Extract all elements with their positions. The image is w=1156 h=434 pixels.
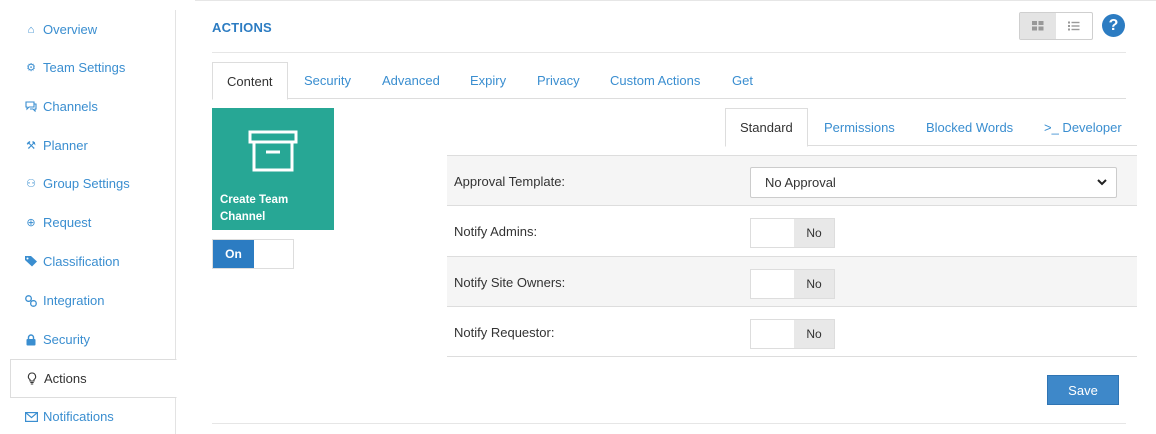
grid-view-button[interactable] [1020, 13, 1056, 39]
approval-template-value: No Approval [765, 175, 836, 190]
action-tile-create-team-channel[interactable]: Create Team Channel [212, 108, 334, 230]
sidebar-item-security[interactable]: Security [10, 320, 176, 359]
tab-get[interactable]: Get [732, 62, 753, 99]
sub-tabs: Standard Permissions Blocked Words >_ De… [725, 108, 1137, 147]
toggle-no-label: No [794, 320, 834, 348]
notify-site-owners-toggle[interactable]: No [750, 269, 835, 299]
sidebar-item-channels[interactable]: Channels [10, 87, 176, 126]
sidebar-item-notifications[interactable]: Notifications [10, 397, 176, 434]
notify-site-owners-label: Notify Site Owners: [454, 274, 566, 290]
group-icon: ⚇ [26, 178, 36, 190]
envelope-icon [24, 411, 38, 422]
main-tabs: Content Security Advanced Expiry Privacy… [212, 62, 1126, 100]
sidebar-item-request[interactable]: ⊕ Request [10, 203, 176, 242]
tab-advanced[interactable]: Advanced [382, 62, 440, 99]
sidebar-item-label: Notifications [43, 409, 114, 424]
tab-security[interactable]: Security [304, 62, 351, 99]
gears-icon: ⚙ [26, 62, 36, 74]
planner-icon: ⚒ [26, 140, 36, 152]
chat-icon [24, 101, 38, 112]
list-icon [1068, 19, 1080, 34]
list-view-button[interactable] [1056, 13, 1092, 39]
lightbulb-icon [25, 372, 39, 385]
approval-template-label: Approval Template: [454, 173, 566, 189]
app-root: ⌂ Overview ⚙ Team Settings Channels ⚒ Pl… [0, 0, 1156, 434]
toggle-yes-slot [751, 270, 794, 298]
subtab-blocked-words[interactable]: Blocked Words [926, 108, 1013, 146]
subtab-developer[interactable]: >_ Developer [1044, 108, 1122, 146]
view-toggle [1019, 12, 1093, 40]
header-divider [212, 52, 1126, 53]
sidebar-item-team-settings[interactable]: ⚙ Team Settings [10, 48, 176, 87]
action-enabled-toggle[interactable]: On [212, 239, 294, 269]
tab-expiry[interactable]: Expiry [470, 62, 506, 99]
subtab-permissions[interactable]: Permissions [824, 108, 895, 146]
link-icon [24, 294, 38, 307]
chevron-down-icon [1096, 176, 1108, 191]
toggle-on-label: On [213, 240, 254, 268]
sidebar-item-label: Overview [43, 22, 98, 37]
action-tile-label: Create Team Channel [220, 194, 289, 223]
tag-icon [24, 256, 38, 267]
sidebar-item-integration[interactable]: Integration [10, 281, 176, 320]
grid-icon [1032, 19, 1044, 34]
notify-admins-label: Notify Admins: [454, 223, 538, 239]
toggle-yes-slot [751, 320, 794, 348]
sidebar-item-label: Team Settings [43, 60, 126, 75]
footer-divider [212, 423, 1126, 424]
lock-icon [24, 333, 38, 346]
notify-requestor-toggle[interactable]: No [750, 319, 835, 349]
form-divider [447, 356, 1137, 357]
sidebar-item-planner[interactable]: ⚒ Planner [10, 126, 176, 165]
tab-privacy[interactable]: Privacy [537, 62, 580, 99]
notify-site-owners-row: Notify Site Owners: No [447, 256, 1137, 306]
sidebar-item-label: Channels [43, 99, 98, 114]
top-divider [195, 0, 1156, 1]
sidebar-item-classification[interactable]: Classification [10, 242, 176, 281]
subtab-standard[interactable]: Standard [725, 108, 808, 147]
sidebar-item-label: Classification [43, 254, 120, 269]
home-icon: ⌂ [27, 23, 35, 36]
sidebar-item-label: Integration [43, 293, 105, 308]
tab-content[interactable]: Content [212, 62, 288, 100]
save-button[interactable]: Save [1047, 375, 1119, 405]
page-title: ACTIONS [212, 20, 272, 35]
sidebar-item-label: Security [43, 332, 90, 347]
sidebar-item-label: Group Settings [43, 176, 130, 191]
toggle-no-label: No [794, 270, 834, 298]
notify-admins-row: Notify Admins: No [447, 205, 1137, 255]
toggle-no-label: No [794, 219, 834, 247]
help-icon[interactable]: ? [1102, 14, 1125, 37]
tab-custom-actions[interactable]: Custom Actions [610, 62, 700, 99]
sidebar-item-actions[interactable]: Actions [10, 359, 177, 398]
sidebar-item-label: Request [43, 215, 92, 230]
notify-requestor-row: Notify Requestor: No [447, 306, 1137, 356]
sidebar-item-label: Actions [44, 371, 87, 386]
approval-template-select[interactable]: No Approval [750, 167, 1117, 198]
notify-admins-toggle[interactable]: No [750, 218, 835, 248]
sidebar-item-group-settings[interactable]: ⚇ Group Settings [10, 164, 176, 203]
sidebar: ⌂ Overview ⚙ Team Settings Channels ⚒ Pl… [10, 10, 177, 434]
toggle-yes-slot [751, 219, 794, 247]
sidebar-item-label: Planner [43, 138, 88, 153]
approval-template-row: Approval Template: No Approval [447, 155, 1137, 205]
plus-circle-icon: ⊕ [26, 217, 36, 229]
sidebar-item-overview[interactable]: ⌂ Overview [10, 10, 176, 49]
notify-requestor-label: Notify Requestor: [454, 324, 555, 340]
